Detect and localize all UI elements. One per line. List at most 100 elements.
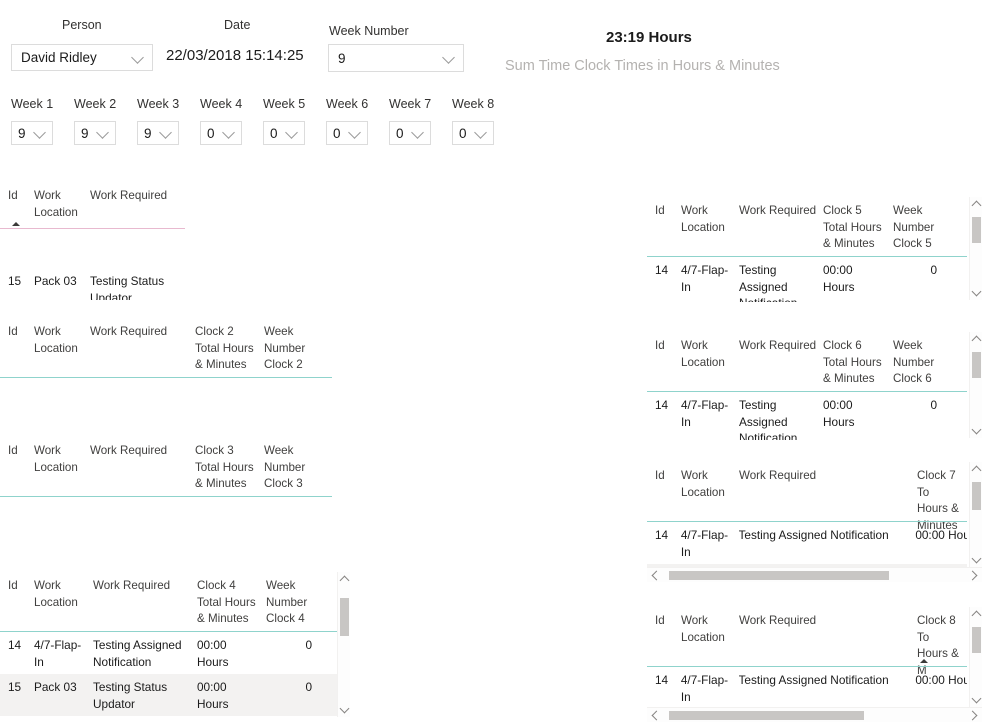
table-row[interactable]: 14 4/7-Flap-In Testing Assigned Notifica… bbox=[647, 522, 967, 564]
week-5-select[interactable]: 0 bbox=[263, 121, 305, 145]
col-header-work-location[interactable]: Work Location bbox=[34, 188, 90, 221]
scroll-down-icon[interactable] bbox=[970, 692, 982, 706]
week-1-label: Week 1 bbox=[11, 97, 54, 111]
col-header-work-required[interactable]: Work Required bbox=[93, 578, 197, 595]
vertical-scrollbar[interactable] bbox=[969, 462, 982, 567]
horizontal-scrollbar[interactable] bbox=[647, 707, 982, 722]
scroll-thumb[interactable] bbox=[972, 482, 981, 510]
vertical-scrollbar[interactable] bbox=[969, 607, 982, 707]
week-4-value: 0 bbox=[207, 125, 215, 141]
table-row[interactable]: 14 4/7-Flap-In Testing Assigned Notifica… bbox=[0, 632, 337, 674]
col-header-work-required[interactable]: Work Required bbox=[739, 338, 823, 355]
scroll-thumb[interactable] bbox=[972, 627, 981, 653]
col-header-work-required[interactable]: Work Required bbox=[739, 203, 823, 220]
table-row[interactable]: 14 4/7-Flap-In Testing Assigned Notifica… bbox=[647, 667, 967, 709]
scroll-up-icon[interactable] bbox=[970, 608, 982, 622]
col-header-week-number[interactable]: Week Number Clock 3 bbox=[264, 443, 324, 493]
week-8-select[interactable]: 0 bbox=[452, 121, 494, 145]
clock-3-grid[interactable]: Id Work Location Work Required Clock 3 T… bbox=[0, 437, 350, 547]
vertical-scrollbar[interactable] bbox=[969, 332, 982, 438]
scroll-left-icon[interactable] bbox=[648, 568, 663, 582]
col-header-id[interactable]: Id bbox=[8, 578, 34, 595]
scroll-up-icon[interactable] bbox=[970, 333, 982, 347]
clock-7-grid[interactable]: Id Work Location Work Required Clock 7 T… bbox=[647, 462, 982, 582]
vertical-scrollbar[interactable] bbox=[337, 572, 350, 717]
sort-ascending-icon bbox=[12, 222, 20, 226]
header-rule bbox=[0, 377, 332, 379]
col-header-id[interactable]: Id bbox=[655, 468, 681, 485]
chevron-down-icon bbox=[286, 126, 300, 140]
scroll-thumb[interactable] bbox=[972, 217, 981, 243]
week-number-select-value: 9 bbox=[338, 50, 346, 66]
clock-5-grid[interactable]: Id Work Location Work Required Clock 5 T… bbox=[647, 197, 982, 302]
scroll-thumb[interactable] bbox=[340, 598, 349, 636]
person-select[interactable]: David Ridley bbox=[11, 44, 153, 71]
vertical-scrollbar[interactable] bbox=[969, 197, 982, 300]
scroll-down-icon[interactable] bbox=[970, 552, 982, 566]
chevron-down-icon bbox=[223, 126, 237, 140]
clock-8-grid[interactable]: Id Work Location Work Required Clock 8 T… bbox=[647, 607, 982, 722]
scroll-down-icon[interactable] bbox=[970, 423, 982, 437]
col-header-work-location[interactable]: Work Location bbox=[681, 203, 739, 236]
scroll-thumb[interactable] bbox=[972, 352, 981, 378]
week-4-label: Week 4 bbox=[200, 97, 243, 111]
col-header-clock-total[interactable]: Clock 3 Total Hours & Minutes bbox=[195, 443, 264, 493]
table-row[interactable]: 18 Pack 03 Testing the 00:00 Hours 0 bbox=[0, 716, 337, 722]
col-header-clock-total[interactable]: Clock 6 Total Hours & Minutes bbox=[823, 338, 893, 388]
col-header-work-location[interactable]: Work Location bbox=[34, 324, 90, 357]
scroll-right-icon[interactable] bbox=[966, 568, 981, 582]
col-header-work-location[interactable]: Work Location bbox=[34, 443, 90, 476]
col-header-work-required[interactable]: Work Required bbox=[739, 468, 917, 485]
scroll-down-icon[interactable] bbox=[970, 285, 982, 299]
col-header-work-required[interactable]: Work Required bbox=[90, 188, 200, 205]
week-number-select[interactable]: 9 bbox=[328, 44, 464, 72]
col-header-week-number[interactable]: Week Number Clock 5 bbox=[893, 203, 943, 253]
table-row[interactable]: 15 Pack 03 Testing Status Updator 00:00 … bbox=[0, 674, 337, 716]
col-header-id[interactable]: Id bbox=[8, 443, 34, 460]
col-header-work-location[interactable]: Work Location bbox=[681, 468, 739, 501]
week-2-select[interactable]: 9 bbox=[74, 121, 116, 145]
col-header-week-number[interactable]: Week Number Clock 2 bbox=[264, 324, 324, 374]
cell-clock-total: 00:00 Hours bbox=[197, 680, 229, 711]
scroll-thumb[interactable] bbox=[669, 571, 889, 580]
total-hours-caption: Sum Time Clock Times in Hours & Minutes bbox=[505, 58, 780, 74]
col-header-clock-total[interactable]: Clock 4 Total Hours & Minutes bbox=[197, 578, 266, 628]
horizontal-scrollbar[interactable] bbox=[647, 567, 982, 582]
scroll-right-icon[interactable] bbox=[966, 708, 981, 722]
col-header-work-required[interactable]: Work Required bbox=[739, 613, 917, 630]
col-header-work-required[interactable]: Work Required bbox=[90, 443, 195, 460]
col-header-work-required[interactable]: Work Required bbox=[90, 324, 195, 341]
table-row[interactable]: 14 4/7-Flap-In Testing Assigned Notifica… bbox=[647, 392, 967, 440]
clock-2-grid[interactable]: Id Work Location Work Required Clock 2 T… bbox=[0, 318, 350, 428]
scroll-up-icon[interactable] bbox=[338, 573, 350, 587]
week-1-select[interactable]: 9 bbox=[11, 121, 53, 145]
cell-work-required: Testing Assigned Notification bbox=[738, 673, 889, 687]
week-6-value: 0 bbox=[333, 125, 341, 141]
clock-6-grid[interactable]: Id Work Location Work Required Clock 6 T… bbox=[647, 332, 982, 440]
col-header-work-location[interactable]: Work Location bbox=[34, 578, 93, 611]
week-4-select[interactable]: 0 bbox=[200, 121, 242, 145]
scroll-up-icon[interactable] bbox=[970, 198, 982, 212]
col-header-id[interactable]: Id bbox=[8, 324, 34, 341]
clock-4-grid[interactable]: Id Work Location Work Required Clock 4 T… bbox=[0, 572, 350, 722]
col-header-week-number[interactable]: Week Number Clock 6 bbox=[893, 338, 943, 388]
table-row[interactable]: 15 Pack 03 Testing Status Updator bbox=[0, 268, 350, 300]
week-6-select[interactable]: 0 bbox=[326, 121, 368, 145]
scroll-left-icon[interactable] bbox=[648, 708, 663, 722]
col-header-id[interactable]: Id bbox=[655, 338, 681, 355]
col-header-id[interactable]: Id bbox=[8, 188, 34, 205]
col-header-id[interactable]: Id bbox=[655, 203, 681, 220]
col-header-clock-total[interactable]: Clock 2 Total Hours & Minutes bbox=[195, 324, 264, 374]
scroll-up-icon[interactable] bbox=[970, 463, 982, 477]
scroll-down-icon[interactable] bbox=[338, 702, 350, 716]
col-header-work-location[interactable]: Work Location bbox=[681, 338, 739, 371]
col-header-work-location[interactable]: Work Location bbox=[681, 613, 739, 646]
week-3-select[interactable]: 9 bbox=[137, 121, 179, 145]
scroll-thumb[interactable] bbox=[669, 711, 864, 720]
table-row[interactable]: 14 4/7-Flap-In Testing Assigned Notifica… bbox=[647, 257, 967, 302]
clock-1-grid[interactable]: Id Work Location Work Required 15 Pack 0… bbox=[0, 182, 350, 300]
week-7-select[interactable]: 0 bbox=[389, 121, 431, 145]
col-header-clock-total[interactable]: Clock 5 Total Hours & Minutes bbox=[823, 203, 893, 253]
col-header-week-number[interactable]: Week Number Clock 4 bbox=[266, 578, 318, 628]
col-header-id[interactable]: Id bbox=[655, 613, 681, 630]
